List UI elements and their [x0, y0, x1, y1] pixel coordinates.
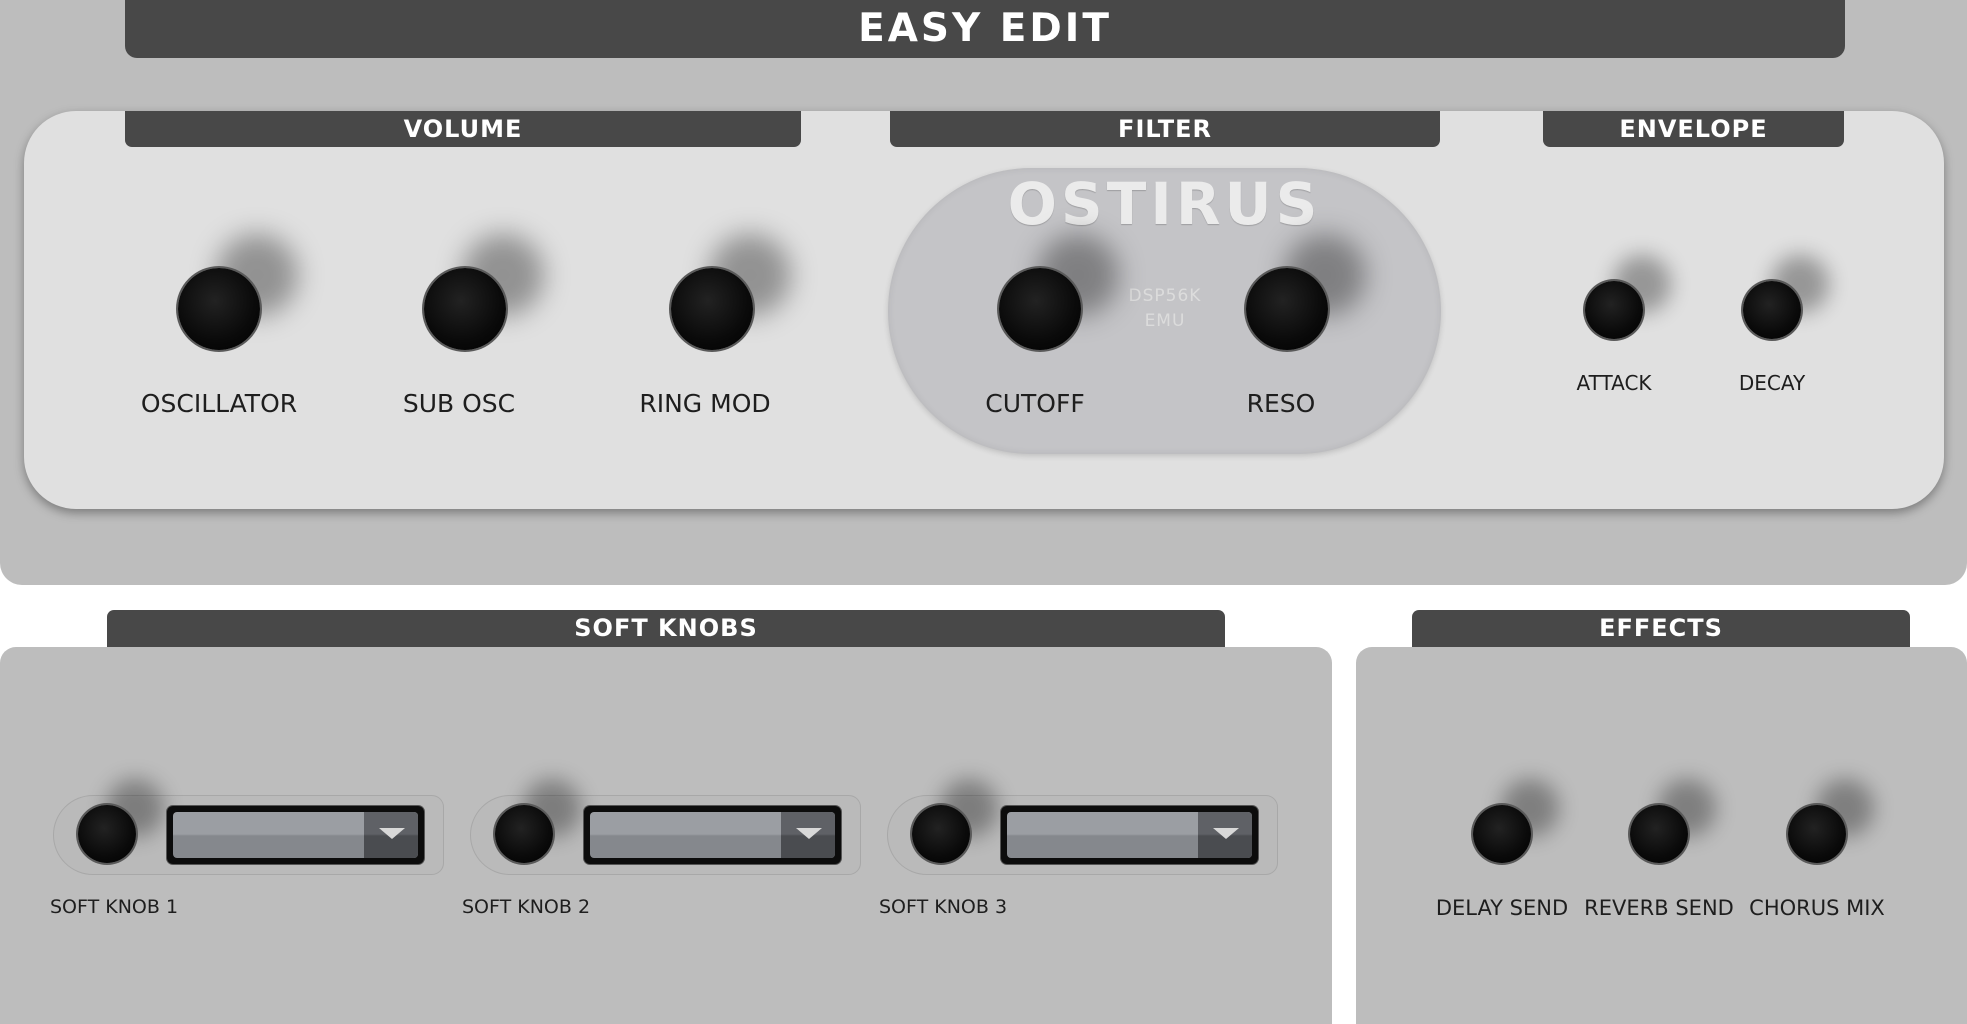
soft-knob-2[interactable] — [495, 805, 553, 863]
reverb-send-knob[interactable] — [1630, 805, 1688, 863]
reso-knob[interactable] — [1246, 268, 1328, 350]
volume-header: VOLUME — [125, 111, 801, 147]
ostirus-logo: OSTIRUS — [1007, 170, 1322, 238]
filter-header: FILTER — [890, 111, 1440, 147]
chorus-mix-label: CHORUS MIX — [1749, 896, 1885, 920]
attack-knob[interactable] — [1585, 281, 1643, 339]
emu-text: EMU — [1144, 311, 1186, 331]
soft-knob-3-label: SOFT KNOB 3 — [879, 896, 1008, 918]
effects-header: EFFECTS — [1412, 610, 1910, 647]
page-title: EASY EDIT — [125, 0, 1845, 58]
decay-label: DECAY — [1738, 371, 1806, 395]
sub-osc-knob[interactable] — [424, 268, 506, 350]
cutoff-knob[interactable] — [999, 268, 1081, 350]
reso-label: RESO — [1246, 389, 1316, 418]
chevron-down-icon — [796, 828, 822, 839]
delay-send-knob[interactable] — [1473, 805, 1531, 863]
soft-knob-2-label: SOFT KNOB 2 — [462, 896, 591, 918]
oscillator-knob[interactable] — [178, 268, 260, 350]
envelope-header: ENVELOPE — [1543, 111, 1844, 147]
soft-knob-2-dropdown-button[interactable] — [781, 812, 835, 858]
cutoff-label: CUTOFF — [985, 389, 1085, 418]
sub-osc-label: SUB OSC — [402, 389, 516, 418]
soft-knob-1-label: SOFT KNOB 1 — [50, 896, 179, 918]
decay-knob[interactable] — [1743, 281, 1801, 339]
chevron-down-icon — [379, 828, 405, 839]
soft-knob-3-dropdown[interactable] — [1001, 806, 1258, 864]
soft-knob-2-dropdown[interactable] — [584, 806, 841, 864]
ring-mod-knob[interactable] — [671, 268, 753, 350]
soft-knob-3[interactable] — [912, 805, 970, 863]
chorus-mix-knob[interactable] — [1788, 805, 1846, 863]
dsp56k-text: DSP56K — [1128, 286, 1202, 306]
soft-knob-1-dropdown[interactable] — [167, 806, 424, 864]
chevron-down-icon — [1213, 828, 1239, 839]
soft-knob-3-dropdown-button[interactable] — [1198, 812, 1252, 858]
oscillator-label: OSCILLATOR — [140, 389, 298, 418]
soft-knobs-header: SOFT KNOBS — [107, 610, 1225, 647]
ring-mod-label: RING MOD — [639, 389, 771, 418]
soft-knob-1[interactable] — [78, 805, 136, 863]
soft-knob-1-dropdown-button[interactable] — [364, 812, 418, 858]
